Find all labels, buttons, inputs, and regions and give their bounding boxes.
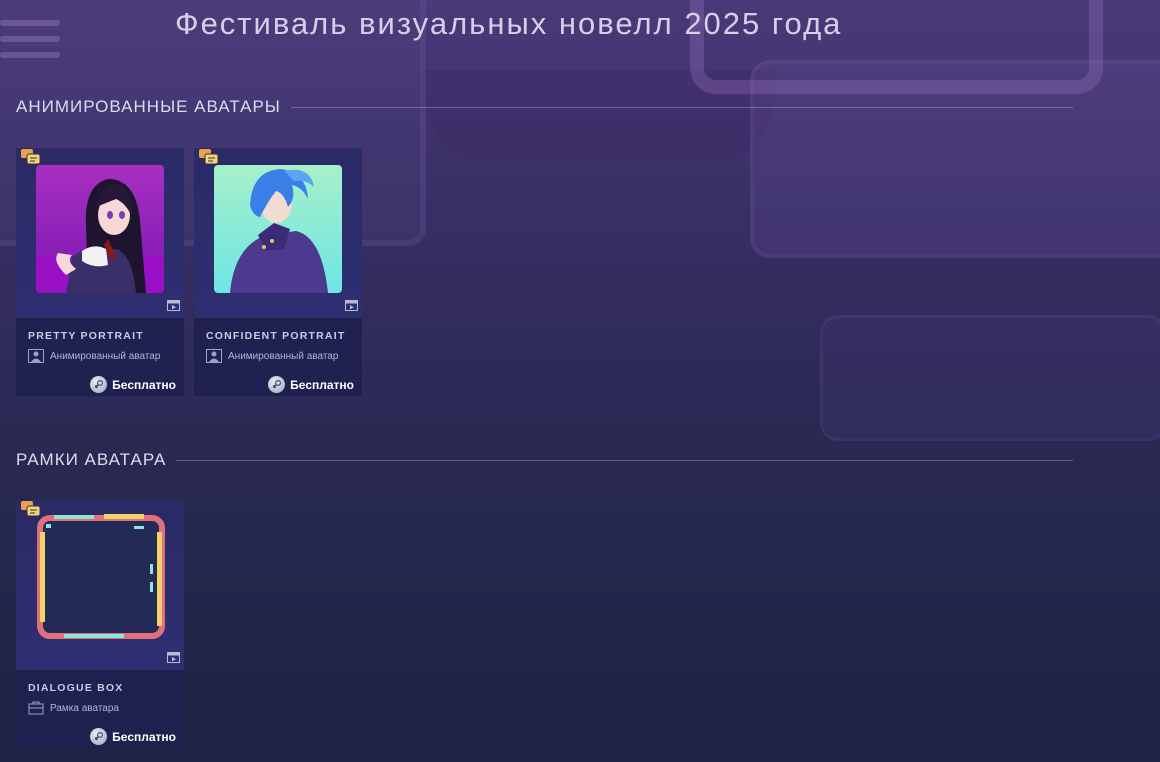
- chat-bubbles-icon: [21, 501, 41, 517]
- item-card-confident-portrait[interactable]: CONFIDENT PORTRAIT Анимированный аватар …: [194, 148, 362, 396]
- background-lines: [0, 20, 60, 70]
- section-heading-animated-avatars: АНИМИРОВАННЫЕ АВАТАРЫ: [16, 97, 1073, 117]
- item-type-label: Анимированный аватар: [50, 350, 161, 362]
- item-type: Анимированный аватар: [206, 349, 338, 363]
- item-type-label: Анимированный аватар: [228, 350, 339, 362]
- section-title: АНИМИРОВАННЫЕ АВАТАРЫ: [16, 97, 281, 116]
- item-price: Бесплатно: [90, 728, 176, 745]
- item-type-label: Рамка аватара: [50, 702, 119, 714]
- item-card-pretty-portrait[interactable]: PRETTY PORTRAIT Анимированный аватар Бес…: [16, 148, 184, 396]
- steam-icon: [268, 376, 286, 393]
- steam-icon: [90, 376, 108, 393]
- item-name: DIALOGUE BOX: [28, 682, 124, 694]
- section-divider: [176, 459, 1073, 461]
- dialogue-box-frame-image: [34, 512, 168, 642]
- section-divider: [290, 106, 1073, 108]
- item-card-dialogue-box[interactable]: DIALOGUE BOX Рамка аватара Бесплатно: [16, 500, 184, 748]
- section-heading-avatar-frames: РАМКИ АВАТАРА: [16, 450, 1073, 470]
- item-type: Рамка аватара: [28, 701, 119, 715]
- item-price-label: Бесплатно: [112, 729, 176, 744]
- item-name: PRETTY PORTRAIT: [28, 330, 144, 342]
- item-price: Бесплатно: [268, 376, 354, 393]
- pretty-portrait-avatar-image: [36, 165, 164, 293]
- animated-avatar-icon: [28, 349, 44, 363]
- item-price-label: Бесплатно: [112, 377, 176, 392]
- background-window: [750, 60, 1160, 258]
- item-price: Бесплатно: [90, 376, 176, 393]
- item-price-label: Бесплатно: [290, 377, 354, 392]
- confident-portrait-avatar-image: [214, 165, 342, 293]
- animated-preview-icon: [167, 300, 180, 311]
- steam-icon: [90, 728, 108, 745]
- item-type: Анимированный аватар: [28, 349, 160, 363]
- background-card: [820, 315, 1160, 441]
- avatar-frame-icon: [28, 701, 44, 715]
- item-name: CONFIDENT PORTRAIT: [206, 330, 346, 342]
- animated-preview-icon: [345, 300, 358, 311]
- chat-bubbles-icon: [21, 149, 41, 165]
- chat-bubbles-icon: [199, 149, 219, 165]
- section-title: РАМКИ АВАТАРА: [16, 450, 167, 469]
- page-title: Фестиваль визуальных новелл 2025 года: [175, 6, 843, 41]
- animated-avatar-icon: [206, 349, 222, 363]
- animated-preview-icon: [167, 652, 180, 663]
